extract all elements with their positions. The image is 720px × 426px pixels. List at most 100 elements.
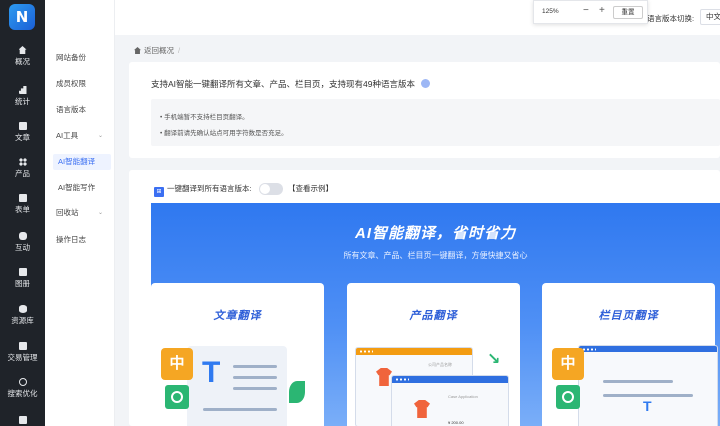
zoom-level: 125% bbox=[542, 8, 559, 15]
article-icon bbox=[18, 122, 27, 130]
rail-item-library[interactable]: 资源库 bbox=[0, 305, 45, 326]
zoom-in-button[interactable]: + bbox=[599, 5, 605, 16]
doc-line bbox=[233, 376, 277, 379]
back-to-overview-link[interactable]: 返回概况 bbox=[144, 46, 174, 55]
sidebar-item-ai-translate[interactable]: AI智能翻译 bbox=[53, 154, 111, 170]
chinese-badge-icon: 中 bbox=[161, 348, 193, 380]
rail-item-interaction[interactable]: 互动 bbox=[0, 232, 45, 253]
product-window-illustration: Case Application ¥ 200.00 bbox=[391, 375, 509, 426]
page-title-text: 支持AI智能一键翻译所有文章、产品、栏目页，支持现有49种语言版本 bbox=[151, 79, 415, 89]
translate-all-label: 一键翻译到所有语言版本: bbox=[167, 184, 252, 193]
chevron-down-icon: ⌄ bbox=[97, 133, 103, 139]
target-icon bbox=[18, 378, 27, 386]
rail-item-label: 互动 bbox=[15, 243, 30, 252]
illustration-text: ¥ 200.00 bbox=[448, 420, 464, 425]
banner-title: AI智能翻译，省时省力 bbox=[354, 225, 516, 242]
feature-title: 产品翻译 bbox=[409, 310, 458, 322]
sidebar-item-backup[interactable]: 网站备份 bbox=[45, 50, 115, 66]
illustration-text: Case Application bbox=[448, 394, 478, 399]
feature-card-product[interactable]: 产品翻译 公司产品名称 Case Application ¥ 200.00 ↘ bbox=[347, 283, 520, 426]
translate-all-option: ⊞ 一键翻译到所有语言版本: bbox=[154, 183, 252, 197]
rail-item-gallery[interactable]: 图册 bbox=[0, 268, 45, 289]
rail-item-label: 图册 bbox=[15, 279, 30, 288]
banner-subtitle: 所有文章、产品、栏目页一键翻译，方便快捷又省心 bbox=[343, 251, 528, 260]
chinese-badge-icon: 中 bbox=[552, 348, 584, 380]
rail-item-label: 交易管理 bbox=[7, 353, 38, 362]
sidebar-item-label: AI智能写作 bbox=[58, 183, 96, 192]
sidebar-item-label: 成员权限 bbox=[56, 79, 86, 88]
view-example-link[interactable]: 【查看示例】 bbox=[288, 183, 333, 194]
sidebar-item-ai-tools[interactable]: AI工具 ⌄ bbox=[45, 128, 115, 144]
text-t-icon: T bbox=[643, 398, 652, 414]
rail-item-stats[interactable]: 统计 bbox=[0, 86, 45, 107]
sidebar-item-languages[interactable]: 语言版本 bbox=[45, 102, 115, 118]
breadcrumb-separator: / bbox=[178, 46, 181, 55]
rail-item-more[interactable] bbox=[0, 416, 45, 426]
language-icon: ⊞ bbox=[154, 187, 164, 197]
rail-item-label: 表单 bbox=[15, 205, 30, 214]
shirt-icon bbox=[376, 368, 392, 386]
breadcrumb: 返回概况 / bbox=[134, 45, 180, 56]
sidebar-item-members[interactable]: 成员权限 bbox=[45, 76, 115, 92]
rail-item-label: 文章 bbox=[15, 133, 30, 142]
sidebar-item-ai-writing[interactable]: AI智能写作 bbox=[45, 180, 115, 196]
feature-card-column[interactable]: 栏目页翻译 T 中 bbox=[542, 283, 718, 426]
rail-item-label: 概况 bbox=[15, 57, 30, 66]
arrow-icon: ↘ bbox=[487, 351, 501, 368]
form-icon bbox=[18, 194, 27, 202]
sidebar-item-logs[interactable]: 操作日志 bbox=[45, 232, 115, 248]
language-select[interactable]: 中文 bbox=[700, 9, 720, 25]
info-icon[interactable] bbox=[421, 79, 430, 88]
sidebar-item-label: 回收站 bbox=[56, 208, 79, 217]
rail-item-overview[interactable]: 概况 bbox=[0, 46, 45, 67]
ai-chip-icon bbox=[165, 385, 189, 409]
secondary-sidebar: 网站备份 成员权限 语言版本 AI工具 ⌄ AI智能翻译 AI智能写作 回收站 … bbox=[45, 0, 115, 426]
database-icon bbox=[18, 305, 27, 313]
sidebar-item-label: 语言版本 bbox=[56, 105, 86, 114]
rail-item-forms[interactable]: 表单 bbox=[0, 194, 45, 215]
shirt-icon bbox=[414, 400, 430, 418]
zoom-out-button[interactable]: − bbox=[583, 5, 589, 16]
illustration-text: 公司产品名称 bbox=[428, 362, 452, 367]
rail-item-seo[interactable]: 搜索优化 bbox=[0, 378, 45, 399]
zoom-reset-button[interactable]: 重置 bbox=[613, 6, 643, 19]
rail-item-articles[interactable]: 文章 bbox=[0, 122, 45, 143]
main-nav-rail: N 概况 统计 文章 产品 表单 互动 图册 资源库 交易管理 搜索优化 bbox=[0, 0, 45, 426]
rail-item-products[interactable]: 产品 bbox=[0, 158, 45, 179]
feature-title: 栏目页翻译 bbox=[598, 310, 659, 322]
home-icon bbox=[134, 47, 141, 54]
language-switch-label: 语言版本切换: bbox=[647, 14, 695, 23]
feature-title: 文章翻译 bbox=[213, 310, 262, 322]
gallery-icon bbox=[18, 268, 27, 276]
doc-line bbox=[233, 387, 277, 390]
more-icon bbox=[18, 416, 27, 424]
doc-line bbox=[603, 394, 693, 397]
chart-icon bbox=[18, 86, 27, 94]
sidebar-item-label: 操作日志 bbox=[56, 235, 86, 244]
note-item: • 翻译前请先确认站点可用字符数是否充足。 bbox=[160, 130, 288, 137]
text-t-icon: T bbox=[202, 356, 221, 389]
sidebar-item-label: AI智能翻译 bbox=[58, 157, 96, 166]
doc-line bbox=[203, 408, 277, 411]
rail-item-label: 产品 bbox=[15, 169, 30, 178]
translate-all-toggle[interactable] bbox=[259, 183, 283, 195]
info-card: 支持AI智能一键翻译所有文章、产品、栏目页，支持现有49种语言版本 • 手机端暂… bbox=[129, 62, 720, 158]
doc-line bbox=[233, 365, 277, 368]
translate-card: ⊞ 一键翻译到所有语言版本: 【查看示例】 AI智能翻译，省时省力 所有文章、产品… bbox=[129, 170, 720, 426]
rail-item-label: 搜索优化 bbox=[7, 389, 38, 398]
feature-card-article[interactable]: 文章翻译 T 中 bbox=[151, 283, 324, 426]
chevron-down-icon: ⌄ bbox=[97, 210, 103, 216]
plant-icon bbox=[289, 381, 305, 403]
notes-box: • 手机端暂不支持栏目页翻译。 • 翻译前请先确认站点可用字符数是否充足。 bbox=[151, 99, 720, 146]
bag-icon bbox=[18, 342, 27, 350]
rail-item-label: 资源库 bbox=[11, 316, 34, 325]
sidebar-item-label: 网站备份 bbox=[56, 53, 86, 62]
page-title: 支持AI智能一键翻译所有文章、产品、栏目页，支持现有49种语言版本 bbox=[151, 78, 430, 90]
sidebar-item-recycle-bin[interactable]: 回收站 ⌄ bbox=[45, 205, 115, 221]
grid-icon bbox=[18, 158, 27, 166]
rail-item-label: 统计 bbox=[15, 97, 30, 106]
rail-item-trade[interactable]: 交易管理 bbox=[0, 342, 45, 363]
chat-icon bbox=[18, 232, 27, 240]
app-logo[interactable]: N bbox=[9, 4, 35, 30]
home-icon bbox=[18, 46, 27, 54]
